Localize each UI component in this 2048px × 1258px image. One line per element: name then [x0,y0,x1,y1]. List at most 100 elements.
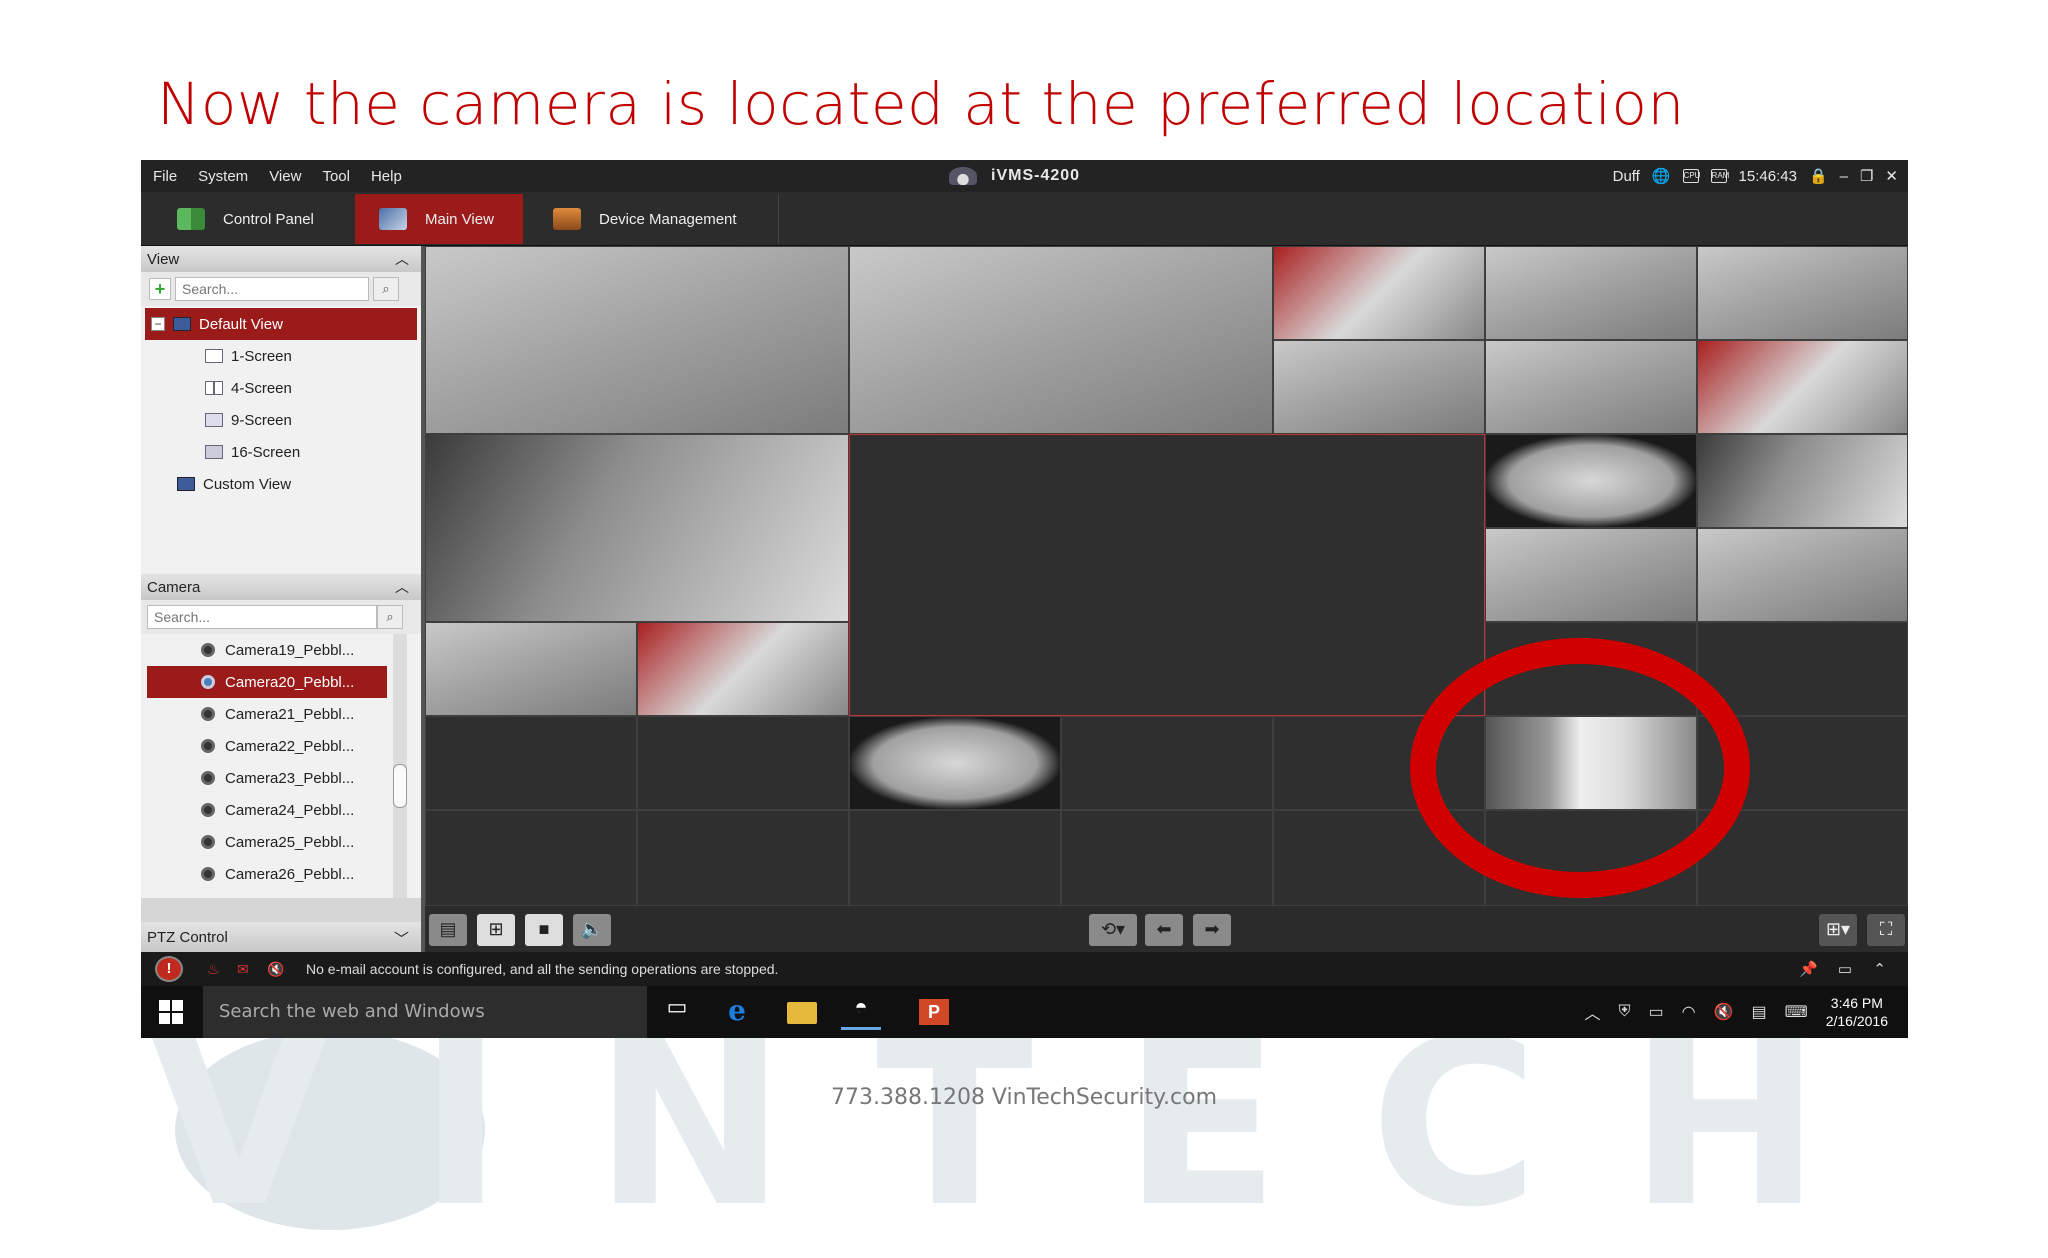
view-panel-header[interactable]: View ︿ [141,246,421,272]
video-tile[interactable] [425,246,849,434]
video-tile-empty[interactable] [849,810,1061,906]
ram-icon: RAM [1710,169,1729,183]
camera-item[interactable]: Camera26_Pebbl... [141,858,381,890]
video-tile[interactable] [1697,528,1908,622]
menu-system[interactable]: System [198,168,248,185]
camera-item[interactable]: Camera25_Pebbl... [141,826,381,858]
ptz-control-header[interactable]: PTZ Control ﹀ [141,922,421,952]
video-tile-empty[interactable] [1061,810,1273,906]
video-tile[interactable] [1697,434,1908,528]
video-tile[interactable] [1485,340,1697,434]
menu-help[interactable]: Help [371,168,402,185]
video-tile[interactable] [1697,340,1908,434]
alarm-event-icon[interactable]: ♨ [207,961,220,978]
view-search-input[interactable] [175,277,369,301]
volume-mute-icon[interactable]: 🔇 [1714,1002,1734,1022]
tab-main-view[interactable]: Main View [355,194,523,244]
menu-view[interactable]: View [269,168,301,185]
collapse-up-icon[interactable]: ︿ [395,577,409,597]
save-view-icon[interactable]: ▤ [429,914,467,946]
camera-panel-header[interactable]: Camera ︿ [141,574,421,600]
ivms-taskbar-icon[interactable]: ◓ [841,994,881,1030]
video-tile-empty[interactable] [425,810,637,906]
layout-icon[interactable]: ⊞ [477,914,515,946]
lock-icon[interactable]: 🔒 [1809,167,1828,185]
wifi-icon[interactable]: ◠ [1682,1002,1696,1022]
tab-control-panel[interactable]: Control Panel [153,194,369,244]
tab-device-management[interactable]: Device Management [529,194,779,244]
expand-down-icon[interactable]: ﹀ [394,928,409,949]
search-icon[interactable]: ⌕ [377,605,403,629]
scrollbar-thumb[interactable] [393,764,407,808]
video-tile[interactable] [1273,246,1485,340]
camera-item[interactable]: Camera21_Pebbl... [141,698,381,730]
tree-item-default-view[interactable]: − Default View [145,308,417,340]
close-icon[interactable]: ✕ [1885,167,1898,185]
menu-tool[interactable]: Tool [322,168,350,185]
action-center-icon[interactable]: ▤ [1751,1002,1766,1022]
battery-icon[interactable]: ▭ [1648,1002,1663,1022]
window-division-icon[interactable]: ⊞▾ [1819,914,1857,946]
previous-page-icon[interactable]: ⬅ [1145,914,1183,946]
video-tile[interactable] [1485,246,1697,340]
video-tile-empty[interactable] [425,716,637,810]
video-tile[interactable] [849,246,1273,434]
video-tile[interactable] [1273,340,1485,434]
camera-item[interactable]: Camera19_Pebbl... [141,634,381,666]
tree-item-custom-view[interactable]: Custom View [141,468,421,500]
tree-item-16-screen[interactable]: 16-Screen [141,436,421,468]
collapse-minus-icon[interactable]: − [151,317,165,331]
alarm-warning-icon[interactable]: ! [155,956,183,982]
email-icon[interactable]: ✉ [237,961,249,978]
edge-browser-icon[interactable]: e [717,994,757,1030]
camera-item[interactable]: Camera22_Pebbl... [141,730,381,762]
camera-item[interactable]: Camera23_Pebbl... [141,762,381,794]
maximize-panel-icon[interactable]: ▭ [1838,960,1852,978]
slide-title: Now the camera is located at the preferr… [157,70,1685,138]
windows-start-icon[interactable] [159,1000,183,1024]
collapse-up-icon[interactable]: ︿ [395,249,409,269]
restore-icon[interactable]: ❐ [1860,167,1873,185]
task-view-icon[interactable]: ▭ [657,994,697,1030]
stop-all-icon[interactable]: ■ [525,914,563,946]
pin-icon[interactable]: 📌 [1799,960,1818,978]
camera-item-selected[interactable]: Camera20_Pebbl... [147,666,387,698]
keyboard-icon[interactable]: ⌨ [1785,1002,1808,1022]
camera-item[interactable]: Camera24_Pebbl... [141,794,381,826]
video-tile[interactable] [637,622,849,716]
taskbar-clock[interactable]: 3:46 PM 2/16/2016 [1826,994,1888,1030]
powerpoint-icon[interactable]: P [919,999,949,1025]
collapse-panel-icon[interactable]: ⌃ [1873,960,1886,978]
camera-list-scrollbar[interactable] [393,634,407,898]
video-tile[interactable] [1697,246,1908,340]
menu-file[interactable]: File [153,168,177,185]
fullscreen-icon[interactable]: ⛶ [1867,914,1905,946]
video-tile-empty[interactable] [1061,716,1273,810]
show-hidden-icons-icon[interactable]: ︿ [1584,1000,1600,1024]
tree-item-4-screen[interactable]: 4-Screen [141,372,421,404]
video-tile-selected-empty[interactable] [849,434,1485,716]
camera-search-input[interactable] [147,605,377,629]
add-view-icon[interactable]: + [149,278,171,300]
video-tile[interactable] [849,716,1061,810]
video-tile[interactable] [1485,528,1697,622]
video-tile[interactable] [425,622,637,716]
video-tile[interactable] [425,434,849,622]
video-tile-empty[interactable] [1697,622,1908,716]
next-page-icon[interactable]: ➡ [1193,914,1231,946]
search-icon[interactable]: ⌕ [373,277,399,301]
video-tile[interactable] [1485,434,1697,528]
file-explorer-icon[interactable] [787,1002,817,1024]
security-icon[interactable]: ⛨ [1618,1003,1630,1021]
minimize-icon[interactable]: – [1840,168,1848,185]
refresh-icon[interactable]: ⟲▾ [1089,914,1137,946]
video-tile-empty[interactable] [637,716,849,810]
mute-icon[interactable]: 🔇 [267,961,284,978]
audio-icon[interactable]: 🔈 [573,914,611,946]
video-tile-empty[interactable] [637,810,849,906]
tree-item-1-screen[interactable]: 1-Screen [141,340,421,372]
tree-item-9-screen[interactable]: 9-Screen [141,404,421,436]
globe-icon[interactable]: 🌐 [1652,167,1671,185]
taskbar-search[interactable]: Search the web and Windows [203,986,647,1038]
user-name[interactable]: Duff [1613,168,1640,185]
